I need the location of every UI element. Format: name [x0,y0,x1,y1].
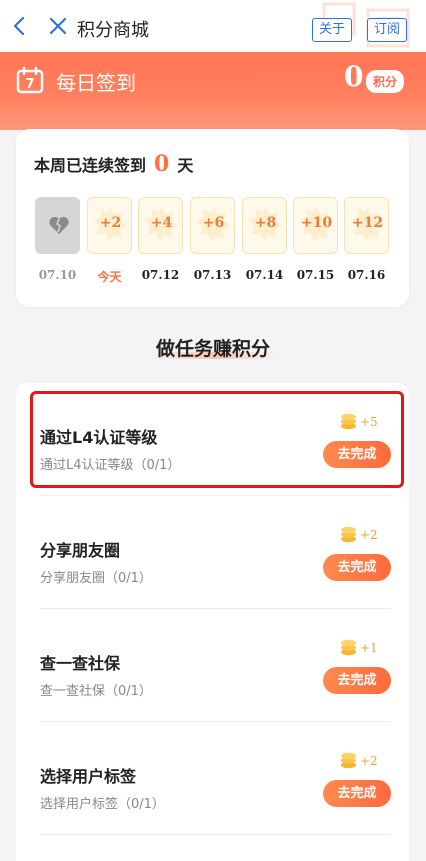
day-cell: +10 [293,197,338,254]
weekly-signin-card: 本周已连续签到 0 天 +2 +4 +6 +8 +10 +12 07.10 今天 0… [16,129,409,307]
day-date-today: 今天 [97,270,122,284]
day-cell: +4 [138,197,183,254]
back-arrow-icon[interactable] [8,14,32,38]
day-date: 07.10 [38,268,77,282]
coin-stack-icon [341,526,356,543]
complete-task-button[interactable]: 去完成 [323,554,391,581]
task-progress: 查一查社保（0/1） [40,684,152,699]
day-points: +12 [351,215,384,231]
day-cell-today[interactable]: +2 [87,197,132,254]
day-date: 07.16 [347,268,386,282]
calendar-day-text: 7 [25,77,34,92]
broken-heart-icon [49,216,69,234]
coin-stack-icon [341,752,356,769]
task-row: 查一查社保 查一查社保（0/1） +1 去完成 [16,609,409,722]
top-bar: 积分商城 关于 订阅 [0,0,426,52]
calendar-icon: 7 [16,66,44,94]
daily-signin-bar: 7 每日签到 0 积分 [0,52,426,112]
complete-task-button[interactable]: 去完成 [323,667,391,694]
streak-count: 0 [154,151,170,177]
task-row: 分享朋友圈 分享朋友圈（0/1） +2 去完成 [16,496,409,609]
streak-text: 本周已连续签到 0 天 [34,151,193,177]
day-points: +2 [99,215,122,231]
coin-stack-icon [341,639,356,656]
task-name: 分享朋友圈 [40,541,121,560]
points-unit-badge: 积分 [366,70,405,93]
points-score: 0 [344,60,364,93]
day-points: +4 [150,215,173,231]
task-reward: +1 [360,641,378,655]
task-reward: +2 [360,754,378,768]
task-progress: 选择用户标签（0/1） [40,797,165,812]
day-points: +10 [300,215,333,231]
task-name: 查一查社保 [40,654,121,673]
section-title: 做任务赚积分 [155,338,270,360]
page-title: 积分商城 [77,20,149,41]
signin-title: 每日签到 [56,71,136,95]
highlight-box [30,391,404,488]
streak-suffix: 天 [177,156,194,175]
day-points: +8 [254,215,277,231]
about-button[interactable]: 关于 [312,18,353,42]
streak-prefix: 本周已连续签到 [34,156,147,175]
task-row: 选择用户标签 选择用户标签（0/1） +2 去完成 [16,722,409,835]
day-cell: +12 [344,197,389,254]
task-reward: +2 [360,528,378,542]
complete-task-button[interactable]: 去完成 [323,780,391,807]
subscribe-button[interactable]: 订阅 [367,18,408,42]
day-points: +6 [202,215,225,231]
day-cell: +8 [242,197,287,254]
day-date: 07.15 [296,268,335,282]
task-progress: 分享朋友圈（0/1） [40,571,152,586]
day-cell: +6 [190,197,235,254]
close-icon[interactable] [46,14,70,38]
task-name: 选择用户标签 [40,767,137,786]
day-date: 07.13 [193,268,232,282]
day-date: 07.12 [141,268,180,282]
day-date: 07.14 [245,268,284,282]
divider [40,834,391,835]
day-cell-missed [35,197,80,254]
